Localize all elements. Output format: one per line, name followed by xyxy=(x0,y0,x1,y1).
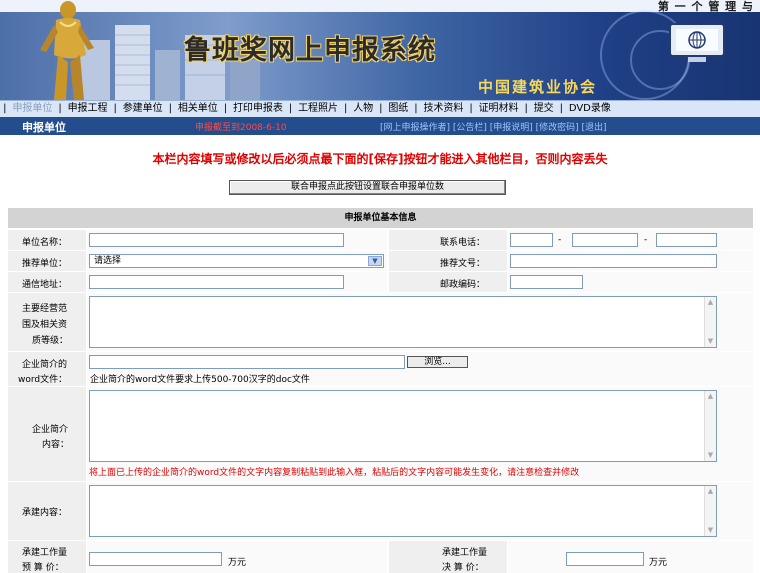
scroll-down-icon[interactable]: ▼ xyxy=(705,336,716,347)
final-label-line2: 决 算 价： xyxy=(442,563,484,573)
nav-item-people[interactable]: 人物 xyxy=(350,101,376,117)
recommend-doc-input[interactable] xyxy=(510,254,717,268)
browse-button[interactable]: 浏览... xyxy=(407,356,468,368)
scroll-up-icon[interactable]: ▲ xyxy=(705,297,716,308)
phone-area-code-input[interactable] xyxy=(510,233,553,247)
form-row-address: 通信地址： 邮政编码： xyxy=(8,272,753,292)
scroll-down-icon[interactable]: ▼ xyxy=(705,450,716,461)
system-title: 鲁班奖网上申报系统 xyxy=(184,35,436,66)
form-row-scope: 主要经营范 围及相关资 质等级： ▲ ▼ xyxy=(8,293,753,351)
budget-input[interactable] xyxy=(89,552,222,566)
form-section-title: 申报单位基本信息 xyxy=(8,208,753,228)
scroll-up-icon[interactable]: ▲ xyxy=(705,486,716,497)
final-label-line1: 承建工作量 xyxy=(442,548,488,558)
intro-paste-note: 将上面已上传的企业简介的word文件的文字内容复制粘贴到此输入框，粘贴后的文字内… xyxy=(89,468,580,478)
address-input[interactable] xyxy=(89,275,344,289)
form-row-cost: 承建工作量 预 算 价： 万元 承建工作量 决 算 价： 万元 xyxy=(8,541,753,573)
scroll-down-icon[interactable]: ▼ xyxy=(705,525,716,536)
section-title: 申报单位 xyxy=(22,121,66,134)
scroll-up-icon[interactable]: ▲ xyxy=(705,391,716,402)
phone-label: 联系电话： xyxy=(440,238,486,248)
recommend-unit-select[interactable]: 请选择 ▼ xyxy=(89,254,384,268)
scrollbar[interactable]: ▲ ▼ xyxy=(704,486,716,536)
association-name: 中国建筑业协会 xyxy=(478,78,598,96)
nav-item-drawings[interactable]: 图纸 xyxy=(385,101,411,117)
intro-label-line1: 企业简介 xyxy=(32,425,69,435)
word-file-input[interactable] xyxy=(89,355,405,369)
phone-separator: - xyxy=(558,235,562,245)
undertake-textarea[interactable]: ▲ ▼ xyxy=(89,485,717,537)
undertake-label: 承建内容： xyxy=(22,508,68,518)
save-warning: 本栏内容填写或修改以后必须点最下面的[保存]按钮才能进入其他栏目，否则内容丢失 xyxy=(152,152,608,166)
joint-application-button[interactable]: 联合申报点此按钮设置联合申报单位数 xyxy=(229,180,506,195)
nav-item-print[interactable]: 打印申报表 xyxy=(230,101,286,117)
scope-label-line2: 围及相关资 xyxy=(22,320,68,330)
scope-textarea[interactable]: ▲ ▼ xyxy=(89,296,717,348)
nav-item-dvd[interactable]: DVD录像 xyxy=(566,101,614,117)
form-row-intro: 企业简介 内容： ▲ ▼ 将上面已上传的企业简介的word文件的文字内容复制粘贴… xyxy=(8,387,753,481)
trophy-statue-icon xyxy=(40,1,94,100)
main-nav: | 申报单位 | 申报工程 | 参建单位 | 相关单位 | 打印申报表 | 工程… xyxy=(0,100,760,117)
word-label-line1: 企业简介的 xyxy=(22,360,68,370)
form-row-word-file: 企业简介的 word文件： 浏览... 企业简介的word文件要求上传500-7… xyxy=(8,352,753,386)
chevron-down-icon[interactable]: ▼ xyxy=(368,256,382,266)
intro-label-line2: 内容： xyxy=(42,440,70,450)
postcode-input[interactable] xyxy=(510,275,583,289)
nav-item-participants[interactable]: 参建单位 xyxy=(120,101,166,117)
computer-monitor-icon xyxy=(669,23,725,62)
deadline-text: 申报截至到2008-6-10 xyxy=(195,123,287,133)
scope-label-line3: 质等级： xyxy=(32,336,69,346)
phone-separator: - xyxy=(644,235,648,245)
nav-item-certificates[interactable]: 证明材料 xyxy=(476,101,522,117)
info-bar: 申报单位 申报截至到2008-6-10 [网上申报操作者] [公告栏] [申报说… xyxy=(0,117,760,135)
postcode-label: 邮政编码： xyxy=(440,280,486,290)
nav-item-applicant[interactable]: 申报单位 xyxy=(9,101,55,117)
final-unit: 万元 xyxy=(649,558,668,568)
top-strip-text: 第 一 个 管 理 与 xyxy=(657,0,754,13)
header-links[interactable]: [网上申报操作者] [公告栏] [申报说明] [修改密码] [退出] xyxy=(380,120,607,133)
nav-item-submit[interactable]: 提交 xyxy=(531,101,557,117)
recommend-unit-value: 请选择 xyxy=(94,256,122,266)
nav-item-tech-docs[interactable]: 技术资料 xyxy=(420,101,466,117)
phone-extension-input[interactable] xyxy=(656,233,717,247)
word-label-line2: word文件： xyxy=(18,375,68,385)
scope-label-line1: 主要经营范 xyxy=(22,304,68,314)
nav-item-photos[interactable]: 工程照片 xyxy=(295,101,341,117)
final-input[interactable] xyxy=(566,552,644,566)
nav-item-project[interactable]: 申报工程 xyxy=(65,101,111,117)
scrollbar[interactable]: ▲ ▼ xyxy=(704,297,716,347)
word-file-hint: 企业简介的word文件要求上传500-700汉字的doc文件 xyxy=(90,375,310,385)
unit-name-input[interactable] xyxy=(89,233,344,247)
address-label: 通信地址： xyxy=(22,280,68,290)
phone-number-input[interactable] xyxy=(572,233,638,247)
budget-label-line2: 预 算 价： xyxy=(22,563,64,573)
form-row-undertake: 承建内容： ▲ ▼ xyxy=(8,482,753,540)
budget-unit: 万元 xyxy=(228,558,247,568)
recommend-doc-label: 推荐文号： xyxy=(440,259,486,269)
nav-item-related[interactable]: 相关单位 xyxy=(175,101,221,117)
form-row-recommend: 推荐单位： 请选择 ▼ 推荐文号： xyxy=(8,251,753,271)
budget-label-line1: 承建工作量 xyxy=(22,548,68,558)
header-banner: 第 一 个 管 理 与 鲁班奖网上申报系统 中国建筑业协会 xyxy=(0,0,760,100)
unit-name-label: 单位名称： xyxy=(22,238,68,248)
form-row-unit-name: 单位名称： 联系电话： - - xyxy=(8,230,753,250)
intro-textarea[interactable]: ▲ ▼ xyxy=(89,390,717,462)
recommend-label: 推荐单位： xyxy=(22,259,68,269)
scrollbar[interactable]: ▲ ▼ xyxy=(704,391,716,461)
